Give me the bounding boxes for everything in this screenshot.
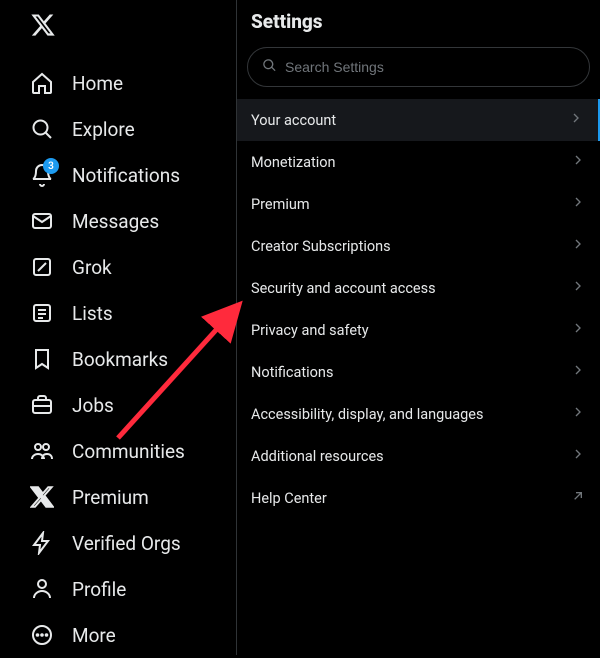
settings-item-accessibility[interactable]: Accessibility, display, and languages xyxy=(237,393,600,435)
sidebar-item-more[interactable]: More xyxy=(0,612,236,658)
sidebar-item-grok[interactable]: Grok xyxy=(0,244,236,290)
external-link-icon xyxy=(570,488,586,508)
settings-item-label: Creator Subscriptions xyxy=(251,238,391,255)
sidebar-item-notifications[interactable]: 3 Notifications xyxy=(0,152,236,198)
settings-item-premium[interactable]: Premium xyxy=(237,183,600,225)
profile-icon xyxy=(30,577,54,601)
chevron-right-icon xyxy=(570,278,586,298)
chevron-right-icon xyxy=(570,194,586,214)
sidebar-item-premium[interactable]: Premium xyxy=(0,474,236,520)
sidebar-item-label: More xyxy=(72,624,116,647)
grok-icon xyxy=(30,255,54,279)
settings-item-label: Accessibility, display, and languages xyxy=(251,406,483,423)
sidebar-item-label: Jobs xyxy=(72,394,114,417)
sidebar-item-explore[interactable]: Explore xyxy=(0,106,236,152)
briefcase-icon xyxy=(30,393,54,417)
settings-item-help-center[interactable]: Help Center xyxy=(237,477,600,519)
bookmark-icon xyxy=(30,347,54,371)
sidebar-item-jobs[interactable]: Jobs xyxy=(0,382,236,428)
search-wrap xyxy=(237,47,600,99)
settings-item-notifications[interactable]: Notifications xyxy=(237,351,600,393)
settings-item-monetization[interactable]: Monetization xyxy=(237,141,600,183)
chevron-right-icon xyxy=(570,362,586,382)
chevron-right-icon xyxy=(570,320,586,340)
search-settings[interactable] xyxy=(247,47,590,87)
sidebar-item-label: Profile xyxy=(72,578,126,601)
settings-item-creator-subscriptions[interactable]: Creator Subscriptions xyxy=(237,225,600,267)
sidebar-item-home[interactable]: Home xyxy=(0,60,236,106)
settings-item-security-access[interactable]: Security and account access xyxy=(237,267,600,309)
sidebar-item-communities[interactable]: Communities xyxy=(0,428,236,474)
list-icon xyxy=(30,301,54,325)
home-icon xyxy=(30,71,54,95)
search-icon xyxy=(262,58,277,77)
chevron-right-icon xyxy=(570,404,586,424)
settings-item-label: Help Center xyxy=(251,490,327,507)
settings-item-label: Additional resources xyxy=(251,448,384,465)
sidebar-item-label: Premium xyxy=(72,486,149,509)
settings-item-label: Security and account access xyxy=(251,280,436,297)
sidebar-item-label: Messages xyxy=(72,210,159,233)
chevron-right-icon xyxy=(570,446,586,466)
bell-icon: 3 xyxy=(30,163,54,187)
lightning-icon xyxy=(30,531,54,555)
settings-item-your-account[interactable]: Your account xyxy=(237,99,600,141)
x-logo[interactable] xyxy=(0,6,236,48)
more-icon xyxy=(30,623,54,647)
chevron-right-icon xyxy=(568,110,584,130)
search-icon xyxy=(30,117,54,141)
sidebar-item-lists[interactable]: Lists xyxy=(0,290,236,336)
sidebar-item-bookmarks[interactable]: Bookmarks xyxy=(0,336,236,382)
settings-panel: Settings Your account Monetization Premi… xyxy=(237,0,600,655)
sidebar-item-label: Verified Orgs xyxy=(72,532,181,555)
sidebar: Home Explore 3 Notifications Messages Gr… xyxy=(0,0,237,655)
sidebar-item-label: Grok xyxy=(72,256,112,279)
communities-icon xyxy=(30,439,54,463)
page-title: Settings xyxy=(237,0,600,47)
settings-item-additional-resources[interactable]: Additional resources xyxy=(237,435,600,477)
settings-item-label: Monetization xyxy=(251,154,336,171)
x-icon xyxy=(30,485,54,509)
sidebar-item-label: Notifications xyxy=(72,164,180,187)
settings-item-label: Notifications xyxy=(251,364,333,381)
sidebar-item-label: Lists xyxy=(72,302,113,325)
sidebar-item-label: Home xyxy=(72,72,123,95)
sidebar-item-profile[interactable]: Profile xyxy=(0,566,236,612)
chevron-right-icon xyxy=(570,236,586,256)
chevron-right-icon xyxy=(570,152,586,172)
sidebar-item-label: Explore xyxy=(72,118,135,141)
notification-badge: 3 xyxy=(43,158,59,174)
sidebar-item-label: Bookmarks xyxy=(72,348,168,371)
envelope-icon xyxy=(30,209,54,233)
search-input[interactable] xyxy=(285,59,575,75)
settings-item-label: Privacy and safety xyxy=(251,322,369,339)
settings-item-label: Premium xyxy=(251,196,310,213)
sidebar-item-verified-orgs[interactable]: Verified Orgs xyxy=(0,520,236,566)
sidebar-item-messages[interactable]: Messages xyxy=(0,198,236,244)
sidebar-item-label: Communities xyxy=(72,440,185,463)
settings-item-label: Your account xyxy=(251,112,336,129)
settings-item-privacy-safety[interactable]: Privacy and safety xyxy=(237,309,600,351)
